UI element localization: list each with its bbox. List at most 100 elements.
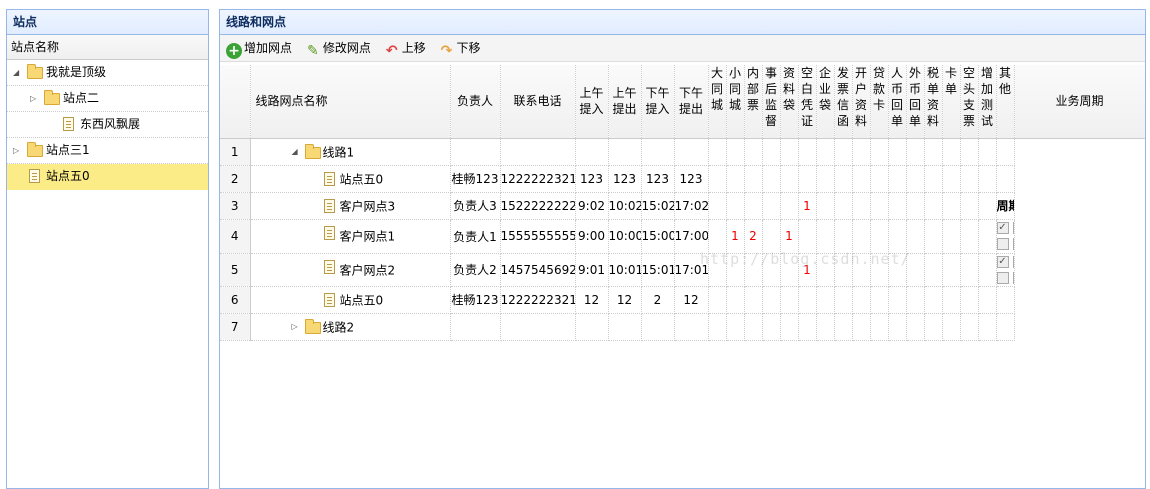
flag-cell bbox=[780, 313, 799, 341]
table-row[interactable]: 2站点五0桂畅12312222223212123123123123 bbox=[220, 165, 1145, 193]
tree-node[interactable]: 站点五0 bbox=[7, 164, 208, 190]
column-header[interactable]: 人币回单 bbox=[888, 65, 907, 139]
flag-cell bbox=[744, 253, 763, 287]
flag-cell bbox=[762, 253, 781, 287]
am-in-cell: 9:00 bbox=[575, 219, 609, 254]
expand-toggle-icon[interactable]: ▷ bbox=[13, 138, 19, 163]
table-row[interactable]: 5 客户网点2 负责人2145754569239:0110:0115:0117:01… bbox=[220, 253, 1145, 287]
am-out-cell bbox=[608, 313, 642, 341]
column-header[interactable]: 资料袋 bbox=[780, 65, 799, 139]
phone-cell: 15222222222 bbox=[500, 192, 576, 220]
table-row[interactable]: 3 客户网点3 负责人3152222222229:0210:0215:0217:02… bbox=[220, 192, 1145, 220]
column-header[interactable]: 增加测试 bbox=[978, 65, 997, 139]
column-header[interactable]: 线路网点名称 bbox=[250, 65, 451, 139]
grid-header-row: 线路网点名称 负责人 联系电话 上午提入 上午提出 下午提入 下午提出 大同城 小同城 内部票 事后… bbox=[220, 65, 1145, 139]
flag-cell bbox=[942, 219, 961, 254]
flag-cell bbox=[888, 219, 907, 254]
flag-cell bbox=[870, 165, 889, 193]
flag-cell bbox=[924, 192, 943, 220]
am-out-cell: 10:02 bbox=[608, 192, 642, 220]
folder-icon bbox=[27, 64, 43, 79]
flag-cell bbox=[708, 192, 727, 220]
flag-cell bbox=[816, 286, 835, 314]
am-in-cell bbox=[575, 138, 609, 166]
column-header[interactable]: 小同城 bbox=[726, 65, 745, 139]
flag-cell bbox=[960, 219, 979, 254]
weekday-checkbox[interactable] bbox=[996, 271, 1009, 284]
move-up-button[interactable]: ↶ 上移 bbox=[384, 35, 426, 61]
column-header[interactable]: 企业袋 bbox=[816, 65, 835, 139]
flag-cell bbox=[708, 253, 727, 287]
column-header[interactable]: 贷款卡 bbox=[870, 65, 889, 139]
flag-cell bbox=[870, 192, 889, 220]
pm-in-cell: 15:01 bbox=[641, 253, 675, 287]
flag-cell bbox=[798, 219, 817, 254]
column-header[interactable]: 下午提入 bbox=[641, 65, 675, 139]
column-header[interactable]: 负责人 bbox=[450, 65, 501, 139]
weekday-checkbox[interactable]: ✓ bbox=[1012, 255, 1013, 268]
flag-cell bbox=[708, 286, 727, 314]
flag-cell bbox=[816, 253, 835, 287]
route-name-label: 线路2 bbox=[322, 320, 355, 334]
weekday-checkbox[interactable] bbox=[1012, 271, 1013, 284]
column-header[interactable]: 开户资料 bbox=[852, 65, 871, 139]
tree-node[interactable]: ▷ 站点二 bbox=[7, 86, 208, 112]
table-row[interactable]: 7 ▷ 线路2 bbox=[220, 313, 1145, 341]
flag-cell bbox=[870, 313, 889, 341]
tree-node[interactable]: 东西风飘展 bbox=[7, 112, 208, 138]
flag-cell bbox=[780, 138, 799, 166]
column-header[interactable]: 税单资料 bbox=[924, 65, 943, 139]
column-header[interactable]: 内部票 bbox=[744, 65, 763, 139]
table-row[interactable]: 6站点五0桂畅123122222232121212212 bbox=[220, 286, 1145, 314]
collapse-toggle-icon[interactable]: ◢ bbox=[13, 60, 19, 85]
tree-node[interactable]: ◢ 我就是顶级 bbox=[7, 60, 208, 86]
flag-cell bbox=[960, 313, 979, 341]
table-row[interactable]: 4 客户网点1 负责人1155555555569:0010:0015:0017:00… bbox=[220, 219, 1145, 254]
column-header[interactable]: 事后监督 bbox=[762, 65, 781, 139]
add-network-point-button[interactable]: + 增加网点 bbox=[226, 35, 292, 61]
flag-cell bbox=[708, 165, 727, 193]
weekday-checkbox[interactable]: ✓ bbox=[996, 255, 1009, 268]
row-number-cell: 5 bbox=[220, 253, 251, 287]
file-icon bbox=[322, 171, 338, 186]
column-header[interactable]: 外币回单 bbox=[906, 65, 925, 139]
flag-cell bbox=[726, 192, 745, 220]
flag-cell bbox=[888, 253, 907, 287]
column-header[interactable]: 空头支票 bbox=[960, 65, 979, 139]
column-header[interactable]: 发票信函 bbox=[834, 65, 853, 139]
table-row[interactable]: 1 ◢ 线路1 bbox=[220, 138, 1145, 166]
tree-node-label: 站点三1 bbox=[46, 143, 90, 157]
column-header[interactable]: 联系电话 bbox=[500, 65, 576, 139]
column-header[interactable]: 上午提出 bbox=[608, 65, 642, 139]
column-header[interactable]: 空白凭证 bbox=[798, 65, 817, 139]
weekday-checkbox[interactable]: ✓ bbox=[996, 222, 1009, 234]
pm-in-cell: 123 bbox=[641, 165, 675, 193]
station-name-column-header: 站点名称 bbox=[7, 35, 208, 60]
flag-cell bbox=[834, 138, 853, 166]
pm-out-cell bbox=[674, 313, 709, 341]
weekday-checkbox[interactable] bbox=[1012, 238, 1013, 250]
flag-cell bbox=[906, 165, 925, 193]
flag-cell bbox=[924, 219, 943, 254]
tree-node[interactable]: ▷ 站点三1 bbox=[7, 138, 208, 164]
weekday-checkbox[interactable]: ✓ bbox=[1012, 222, 1013, 234]
tree-node-label: 站点二 bbox=[63, 91, 100, 105]
flag-cell bbox=[978, 138, 997, 166]
column-header[interactable]: 其他 bbox=[996, 65, 1015, 139]
collapse-toggle-icon[interactable]: ◢ bbox=[292, 147, 298, 156]
column-header[interactable]: 下午提出 bbox=[674, 65, 709, 139]
name-cell: ◢ 线路1 bbox=[250, 138, 451, 166]
column-header[interactable]: 业务周期 bbox=[1014, 65, 1145, 139]
column-header[interactable]: 上午提入 bbox=[575, 65, 609, 139]
weekday-checkbox[interactable] bbox=[996, 238, 1009, 250]
flag-cell bbox=[816, 165, 835, 193]
move-down-button[interactable]: ↷ 下移 bbox=[439, 35, 481, 61]
column-header[interactable]: 卡单 bbox=[942, 65, 961, 139]
edit-network-point-button[interactable]: ✎ 修改网点 bbox=[305, 35, 371, 61]
expand-toggle-icon[interactable]: ▷ bbox=[30, 86, 36, 111]
flag-cell bbox=[870, 219, 889, 254]
flag-cell bbox=[978, 192, 997, 220]
flag-cell bbox=[744, 138, 763, 166]
expand-toggle-icon[interactable]: ▷ bbox=[292, 322, 298, 331]
column-header[interactable]: 大同城 bbox=[708, 65, 727, 139]
